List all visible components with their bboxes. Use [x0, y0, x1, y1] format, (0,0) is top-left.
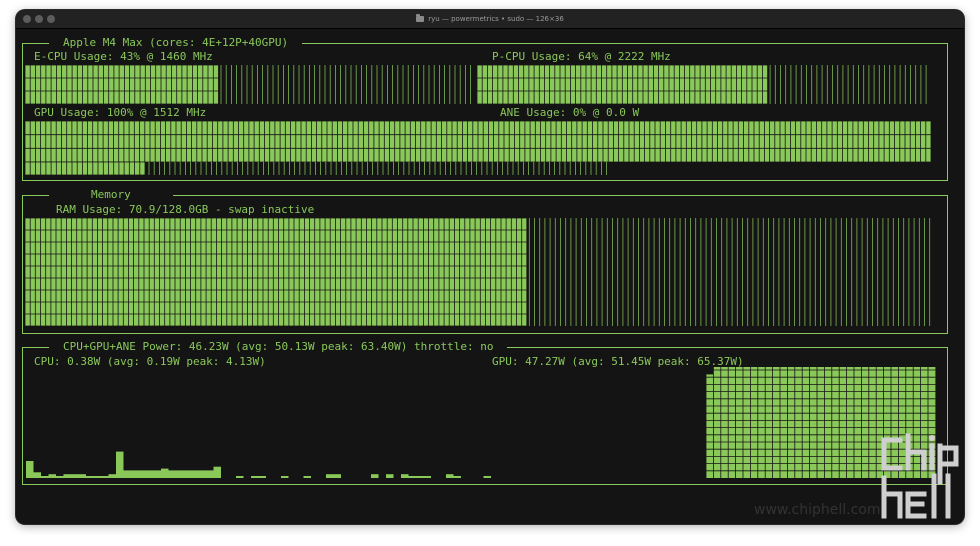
- cpu-power-bar: [423, 476, 431, 478]
- gpu-power-bar: [735, 367, 743, 478]
- gpu-power-bar: [809, 367, 817, 478]
- cpu-power-bar: [408, 476, 416, 478]
- ane-gauge-rest-track: [148, 162, 607, 175]
- cpu-power-bar: [446, 474, 454, 478]
- gpu-power-bar: [794, 367, 803, 478]
- cpu-power-bar: [168, 470, 176, 478]
- gpu-power-bar: [839, 367, 847, 478]
- gpu-power-bar: [743, 367, 751, 478]
- ecpu-gauge-fill: [25, 65, 219, 104]
- cpu-power-bar: [153, 470, 161, 478]
- cpu-power-bar: [48, 474, 56, 478]
- folder-icon: [416, 14, 425, 22]
- cpu-power-bar: [206, 470, 214, 478]
- cpu-power-bar: [213, 466, 221, 478]
- cpu-power-bar: [138, 470, 146, 478]
- terminal-window: ryu — powermetrics • sudo — 126×36 Apple…: [16, 10, 964, 524]
- ram-gauge-fill: [25, 218, 527, 326]
- cpu-power-bar: [108, 474, 116, 478]
- gpu-power-bar: [802, 367, 810, 478]
- gpu-power-bar: [757, 367, 766, 478]
- cpu-power-bar: [146, 470, 154, 478]
- cpu-power-bar: [131, 470, 139, 478]
- gpu-power-bar: [861, 367, 869, 478]
- cpu-power-bar: [191, 470, 199, 478]
- window-title: ryu — powermetrics • sudo — 126×36: [428, 15, 564, 23]
- cpu-power-bar: [161, 468, 169, 478]
- ane-gauge-fill: [25, 162, 145, 175]
- cpu-power-bar: [416, 476, 424, 478]
- gpu-power-bar: [868, 367, 877, 478]
- gpu-power-bar: [780, 367, 788, 478]
- gpu-power-bar: [772, 367, 780, 478]
- cpu-power-bar: [41, 476, 49, 478]
- cpu-power-bar: [93, 476, 101, 478]
- cpu-power-bar: [483, 476, 491, 478]
- cpu-power-bar: [236, 476, 244, 478]
- title-bar: ryu — powermetrics • sudo — 126×36: [16, 10, 964, 29]
- gpu-power-bar: [713, 367, 721, 478]
- usage-graphs: [24, 64, 936, 478]
- cpu-power-bar: [33, 472, 41, 478]
- cpu-power-bar: [453, 476, 461, 478]
- cpu-power-bar: [101, 476, 109, 478]
- watermark-url: www.chiphell.com: [754, 502, 881, 518]
- ram-gauge-track: [528, 218, 931, 326]
- cpu-power-bar: [183, 470, 191, 478]
- cpu-power-bar: [123, 470, 131, 478]
- cpu-power-bar: [303, 476, 311, 478]
- cpu-power-bar: [326, 474, 334, 478]
- gpu-power-bar: [854, 367, 862, 478]
- gpu-power-bar: [750, 367, 758, 478]
- pcpu-gauge-track: [769, 65, 927, 104]
- gpu-power-bar: [706, 374, 714, 478]
- cpu-power-bar: [198, 470, 206, 478]
- cpu-power-bar: [401, 474, 409, 478]
- chiphell-logo: [881, 433, 959, 519]
- cpu-power-bar: [258, 476, 266, 478]
- gpu-power-bar: [720, 367, 729, 478]
- cpu-power-bar: [333, 474, 341, 478]
- gpu-power-bar: [787, 367, 795, 478]
- gpu-power-bar: [728, 367, 736, 478]
- cpu-power-bar: [251, 476, 259, 478]
- gpu-power-bar: [831, 367, 840, 478]
- powermetrics-output: Apple M4 Max (cores: 4E+12P+40GPU) E-CPU…: [16, 29, 964, 524]
- cpu-power-bar: [56, 476, 64, 478]
- cpu-power-bar: [176, 470, 184, 478]
- cpu-power-bar: [63, 474, 71, 478]
- gpu-power-bar: [824, 367, 832, 478]
- cpu-power-bar: [26, 461, 34, 478]
- cpu-power-bar: [386, 474, 394, 478]
- gpu-power-bar: [846, 367, 854, 478]
- gpu-power-bar: [817, 367, 825, 478]
- ecpu-gauge-track: [220, 65, 471, 104]
- cpu-power-bar: [78, 474, 86, 478]
- cpu-power-bar: [71, 474, 79, 478]
- gpu-power-bar: [765, 367, 773, 478]
- cpu-power-bar: [116, 451, 124, 478]
- cpu-power-bar: [371, 474, 379, 478]
- cpu-power-bar: [281, 476, 289, 478]
- cpu-power-bar: [86, 476, 94, 478]
